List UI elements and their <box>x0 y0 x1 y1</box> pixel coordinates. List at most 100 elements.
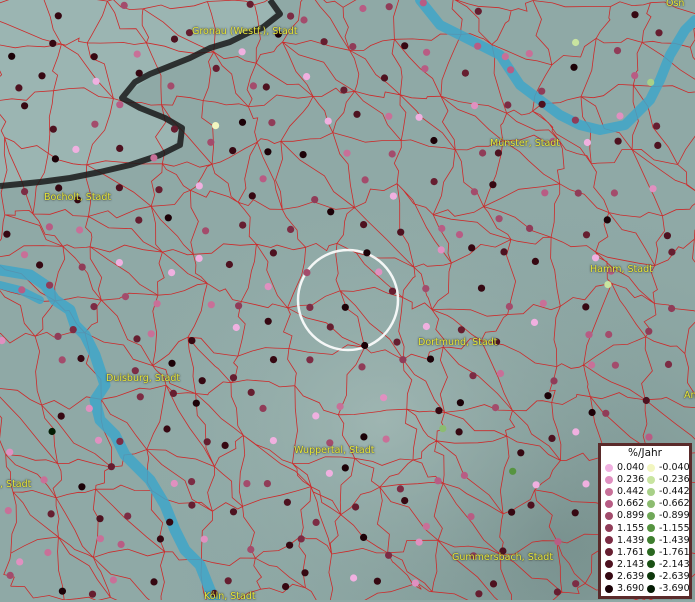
data-point[interactable] <box>588 408 596 417</box>
data-point[interactable] <box>393 338 401 346</box>
data-point[interactable] <box>645 433 653 441</box>
data-point[interactable] <box>430 136 438 145</box>
data-point[interactable] <box>164 214 172 222</box>
data-point[interactable] <box>156 535 164 543</box>
data-point[interactable] <box>166 518 174 526</box>
data-point[interactable] <box>538 100 546 108</box>
data-point[interactable] <box>47 510 55 518</box>
data-point[interactable] <box>541 189 549 197</box>
data-point[interactable] <box>647 78 655 86</box>
data-point[interactable] <box>457 326 465 334</box>
data-point[interactable] <box>494 149 502 157</box>
data-point[interactable] <box>150 154 158 162</box>
data-point[interactable] <box>411 579 419 587</box>
data-point[interactable] <box>170 35 179 43</box>
data-point[interactable] <box>269 356 278 364</box>
data-point[interactable] <box>544 392 552 400</box>
data-point[interactable] <box>15 84 23 92</box>
data-point[interactable] <box>495 215 503 223</box>
data-point[interactable] <box>188 478 196 486</box>
data-point[interactable] <box>96 515 104 523</box>
data-point[interactable] <box>54 332 62 340</box>
data-point[interactable] <box>496 369 505 378</box>
data-point[interactable] <box>91 120 99 128</box>
data-point[interactable] <box>631 72 639 80</box>
data-point[interactable] <box>168 359 176 367</box>
city-label-clipped-right[interactable]: An <box>684 390 695 401</box>
data-point[interactable] <box>109 576 117 584</box>
data-point[interactable] <box>360 433 368 441</box>
data-point[interactable] <box>249 82 257 90</box>
data-point[interactable] <box>96 535 104 543</box>
data-point[interactable] <box>605 330 613 339</box>
data-point[interactable] <box>259 175 267 183</box>
city-label-dortmund[interactable]: Dortmund, Stadt <box>418 337 497 348</box>
data-point[interactable] <box>438 224 446 233</box>
data-point[interactable] <box>501 53 509 61</box>
data-point[interactable] <box>192 399 200 407</box>
data-point[interactable] <box>49 39 57 48</box>
data-point[interactable] <box>582 231 591 239</box>
data-point[interactable] <box>611 361 620 369</box>
data-point[interactable] <box>349 43 357 51</box>
data-point[interactable] <box>532 481 540 489</box>
data-point[interactable] <box>76 226 84 234</box>
data-point[interactable] <box>582 480 590 488</box>
data-point[interactable] <box>361 176 369 184</box>
data-point[interactable] <box>198 377 206 385</box>
data-point[interactable] <box>212 122 220 130</box>
data-point[interactable] <box>380 74 389 82</box>
data-point[interactable] <box>259 404 267 412</box>
data-point[interactable] <box>54 12 62 20</box>
data-point[interactable] <box>363 249 371 257</box>
data-point[interactable] <box>312 518 320 527</box>
data-point[interactable] <box>572 580 580 588</box>
data-point[interactable] <box>247 388 255 396</box>
data-point[interactable] <box>269 437 277 445</box>
data-point[interactable] <box>353 110 361 118</box>
data-point[interactable] <box>45 223 54 231</box>
data-point[interactable] <box>460 471 468 479</box>
data-point[interactable] <box>38 72 46 80</box>
city-label-gummersbach[interactable]: Gummersbach, Stadt <box>452 552 553 563</box>
data-point[interactable] <box>153 300 161 308</box>
data-point[interactable] <box>385 551 393 559</box>
data-point[interactable] <box>188 337 196 345</box>
data-point[interactable] <box>78 483 86 491</box>
data-point[interactable] <box>72 145 80 153</box>
data-point[interactable] <box>508 508 516 516</box>
data-point[interactable] <box>248 192 256 200</box>
data-point[interactable] <box>426 355 435 363</box>
data-point[interactable] <box>167 82 175 90</box>
data-point[interactable] <box>385 3 393 11</box>
data-point[interactable] <box>325 469 333 477</box>
data-point[interactable] <box>155 186 163 194</box>
data-point[interactable] <box>324 117 332 125</box>
data-point[interactable] <box>469 372 477 380</box>
data-point[interactable] <box>326 323 334 331</box>
data-point[interactable] <box>4 507 12 515</box>
data-point[interactable] <box>653 122 661 130</box>
data-point[interactable] <box>268 119 276 127</box>
data-point[interactable] <box>78 263 86 271</box>
data-point[interactable] <box>468 244 476 252</box>
data-point[interactable] <box>437 246 445 254</box>
data-point[interactable] <box>116 144 124 152</box>
data-point[interactable] <box>399 356 407 364</box>
data-point[interactable] <box>388 287 397 295</box>
data-point[interactable] <box>470 188 478 196</box>
data-point[interactable] <box>124 512 132 520</box>
data-point[interactable] <box>401 42 409 50</box>
data-point[interactable] <box>570 63 578 71</box>
city-label-duisburg[interactable]: Duisburg, Stadt <box>106 373 180 384</box>
data-point[interactable] <box>538 87 546 95</box>
data-point[interactable] <box>116 101 124 109</box>
data-point[interactable] <box>479 149 487 157</box>
data-point[interactable] <box>147 330 155 338</box>
data-point[interactable] <box>170 479 178 488</box>
data-point[interactable] <box>133 50 141 58</box>
data-point[interactable] <box>475 590 483 598</box>
data-point[interactable] <box>474 7 482 15</box>
data-point[interactable] <box>264 148 272 156</box>
data-point[interactable] <box>571 509 579 517</box>
